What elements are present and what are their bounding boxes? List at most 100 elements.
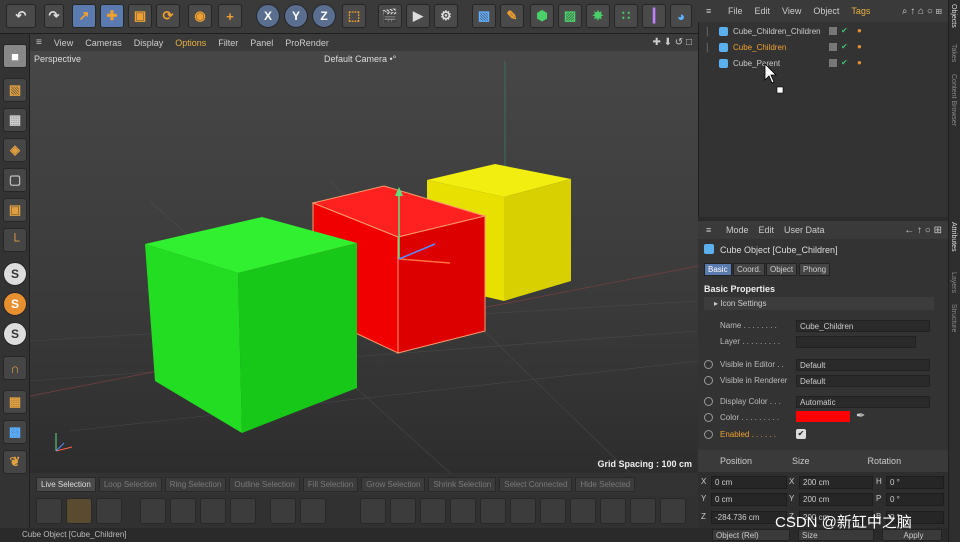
layer-field[interactable] — [796, 336, 916, 348]
camera-icon[interactable]: ◕ — [670, 4, 692, 28]
object-row[interactable]: │ Cube_Children ✔ ● — [699, 40, 949, 55]
rotate-icon[interactable]: ⟳ — [156, 4, 180, 28]
name-field[interactable]: Cube_Children — [796, 320, 930, 332]
tab-object[interactable]: Object — [766, 263, 798, 276]
visibility-icon[interactable] — [829, 27, 837, 35]
tool-icon[interactable] — [420, 498, 446, 524]
mode-shrink-selection[interactable]: Shrink Selection — [428, 476, 497, 492]
axis-mode-icon[interactable]: └ — [3, 228, 27, 252]
visible-renderer-select[interactable]: Default — [796, 375, 930, 387]
menu-options[interactable]: Options — [175, 38, 206, 48]
effector-icon[interactable]: ✸ — [586, 4, 610, 28]
menu-tags[interactable]: Tags — [851, 6, 870, 16]
objects-tool-icons[interactable]: ⌕ ↑ ⌂ ○ ⊞ — [902, 6, 942, 17]
points-mode-icon[interactable]: ◈ — [3, 138, 27, 162]
visible-editor-select[interactable]: Default — [796, 359, 930, 371]
rotation-p-field[interactable]: 0 ° — [886, 493, 944, 506]
tool-icon[interactable] — [270, 498, 296, 524]
solo-icon[interactable]: S — [3, 262, 27, 286]
enabled-check-icon[interactable]: ✔ — [841, 58, 848, 67]
tab-basic[interactable]: Basic — [704, 263, 732, 276]
menu-view[interactable]: View — [782, 6, 801, 16]
animation-radio-icon[interactable] — [704, 413, 713, 422]
tool-icon[interactable] — [450, 498, 476, 524]
array-icon[interactable]: ▨ — [558, 4, 582, 28]
icon-settings-toggle[interactable]: ▸ Icon Settings — [704, 297, 934, 310]
enabled-check-icon[interactable]: ✔ — [841, 42, 848, 51]
tool-icon[interactable] — [570, 498, 596, 524]
y-axis-button[interactable]: Y — [284, 4, 308, 28]
display-color-select[interactable]: Automatic — [796, 396, 930, 408]
tool-icon[interactable] — [96, 498, 122, 524]
menu-mode[interactable]: Mode — [726, 225, 749, 235]
move-icon[interactable]: ✚ — [100, 4, 124, 28]
subdivision-icon[interactable]: ⬢ — [530, 4, 554, 28]
undo-icon[interactable]: ↶ — [6, 4, 36, 28]
position-y-field[interactable]: 0 cm — [711, 493, 787, 506]
green-cube[interactable] — [145, 217, 357, 433]
tab-content-browser[interactable]: Content Browser — [950, 74, 957, 126]
tab-objects[interactable]: Objects — [950, 4, 957, 28]
tag-icon[interactable]: ● — [857, 26, 862, 35]
animation-radio-icon[interactable] — [704, 376, 713, 385]
menu-file[interactable]: File — [728, 6, 743, 16]
render-settings-icon[interactable]: ⚙ — [434, 4, 458, 28]
tab-phong[interactable]: Phong — [799, 263, 831, 276]
viewport[interactable]: Perspective Default Camera •° Grid Spaci… — [30, 51, 698, 473]
z-axis-button[interactable]: Z — [312, 4, 336, 28]
tag-icon[interactable]: ● — [857, 58, 862, 67]
menu-prorender[interactable]: ProRender — [285, 38, 329, 48]
mode-hide-selected[interactable]: Hide Selected — [575, 476, 636, 492]
color-swatch[interactable] — [796, 411, 850, 422]
menu-filter[interactable]: Filter — [218, 38, 238, 48]
tab-attributes[interactable]: Attributes — [950, 222, 957, 252]
visibility-icon[interactable] — [829, 59, 837, 67]
enabled-check-icon[interactable]: ✔ — [841, 26, 848, 35]
eyedropper-icon[interactable]: ✒ — [856, 409, 865, 422]
enabled-checkbox[interactable]: ✔ — [796, 429, 806, 439]
model-mode-icon[interactable]: ▧ — [3, 78, 27, 102]
mode-outline-selection[interactable]: Outline Selection — [229, 476, 300, 492]
solo-off-icon[interactable]: S — [3, 322, 27, 346]
object-row[interactable]: Cube_Parent ✔ ● — [699, 56, 949, 71]
tool-icon[interactable] — [510, 498, 536, 524]
tag-icon[interactable]: ● — [857, 42, 862, 51]
workplane-icon[interactable]: ▦ — [3, 390, 27, 414]
tool-icon[interactable] — [600, 498, 626, 524]
tool-icon[interactable] — [630, 498, 656, 524]
pen-icon[interactable]: ✎ — [500, 4, 524, 28]
deformer-icon[interactable]: ┃ — [642, 4, 666, 28]
tool-icon[interactable] — [300, 498, 326, 524]
mode-select-connected[interactable]: Select Connected — [499, 476, 573, 492]
cloner-icon[interactable]: ∷ — [614, 4, 638, 28]
psr-icon[interactable]: ◉ — [188, 4, 212, 28]
tool-icon[interactable] — [170, 498, 196, 524]
mode-ring-selection[interactable]: Ring Selection — [164, 476, 227, 492]
lock-workplane-icon[interactable]: ▩ — [3, 420, 27, 444]
menu-view[interactable]: View — [54, 38, 73, 48]
animation-radio-icon[interactable] — [704, 360, 713, 369]
tool-icon[interactable] — [360, 498, 386, 524]
mode-live-selection[interactable]: Live Selection — [36, 476, 96, 492]
menu-display[interactable]: Display — [134, 38, 164, 48]
live-selection-icon[interactable]: ↗ — [72, 4, 96, 28]
objects-menu-icon[interactable]: ≡ — [706, 6, 711, 16]
polygons-mode-icon[interactable]: ▣ — [3, 198, 27, 222]
tab-structure[interactable]: Structure — [950, 304, 957, 332]
symmetry-icon[interactable]: ❦ — [3, 450, 27, 474]
menu-object[interactable]: Object — [813, 6, 839, 16]
viewport-nav-icons[interactable]: ✚ ⬇ ↺ □ — [652, 37, 692, 48]
brush-tool-icon[interactable] — [66, 498, 92, 524]
animation-radio-icon[interactable] — [704, 430, 713, 439]
snap-icon[interactable]: ∩ — [3, 356, 27, 380]
texture-mode-icon[interactable]: ▦ — [3, 108, 27, 132]
add-icon[interactable]: + — [218, 4, 242, 28]
scale-icon[interactable]: ▣ — [128, 4, 152, 28]
cube-icon[interactable]: ▧ — [472, 4, 496, 28]
position-x-field[interactable]: 0 cm — [711, 476, 787, 489]
tool-icon[interactable] — [540, 498, 566, 524]
size-x-field[interactable]: 200 cm — [799, 476, 873, 489]
make-editable-icon[interactable]: ■ — [3, 44, 27, 68]
object-row[interactable]: │ Cube_Children_Children ✔ ● — [699, 24, 949, 39]
edges-mode-icon[interactable]: ▢ — [3, 168, 27, 192]
